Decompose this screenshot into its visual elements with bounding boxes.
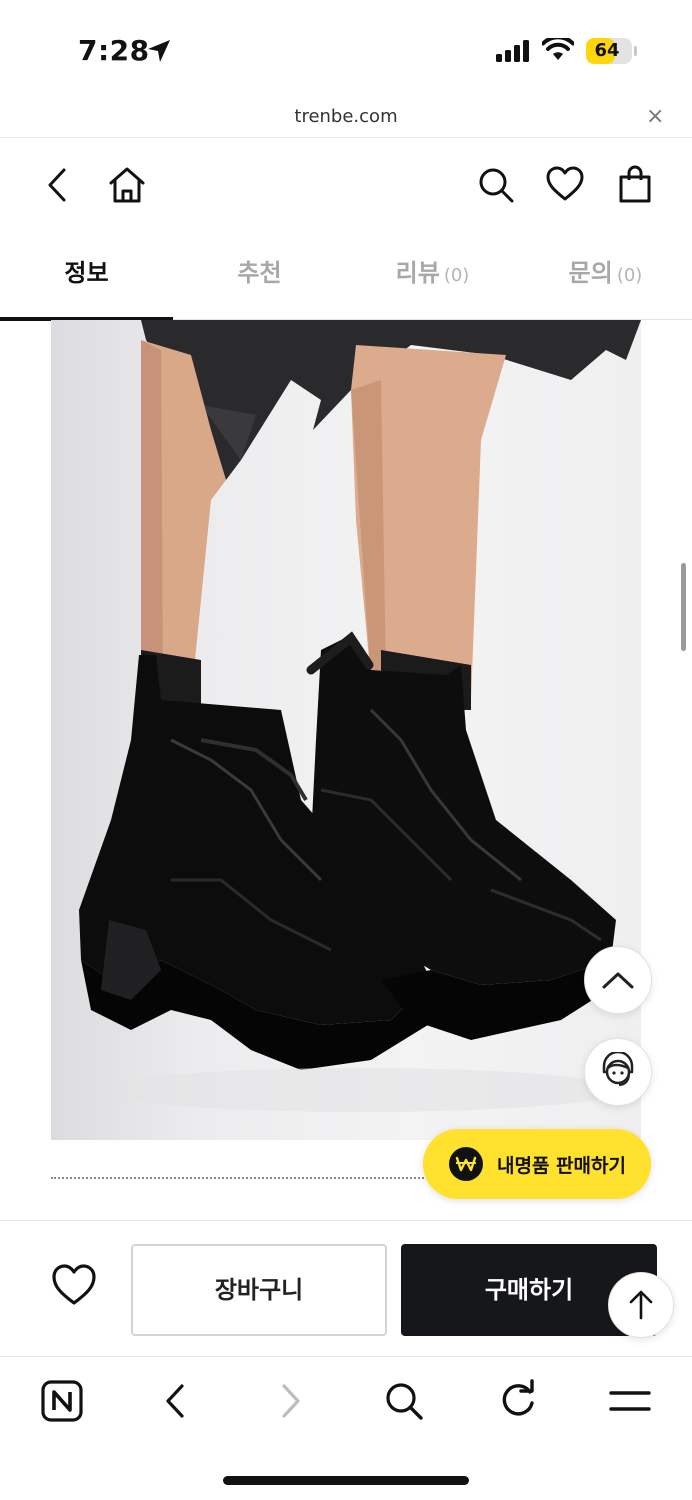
tab-recommend[interactable]: 추천 — [173, 232, 346, 320]
battery-indicator: 64 — [586, 38, 632, 64]
customer-support-button[interactable] — [584, 1038, 652, 1106]
scroll-up-button[interactable] — [584, 946, 652, 1014]
back-icon[interactable] — [42, 164, 72, 206]
home-indicator[interactable] — [223, 1476, 469, 1485]
address-bar[interactable]: trenbe.com × — [0, 100, 692, 138]
scrollbar[interactable] — [681, 563, 686, 651]
wifi-icon — [542, 38, 574, 60]
tab-inquiry[interactable]: 문의 (0) — [519, 232, 692, 320]
arrow-up-icon — [629, 1290, 653, 1320]
status-bar: 7:28 64 — [0, 0, 692, 100]
naver-n-icon[interactable] — [40, 1379, 84, 1423]
shopping-bag-icon[interactable] — [615, 164, 655, 206]
won-icon — [449, 1147, 483, 1181]
sell-luxury-button[interactable]: 내명품 판매하기 — [423, 1129, 651, 1199]
tab-info-label: 정보 — [64, 259, 109, 287]
tab-recommend-label: 추천 — [237, 259, 282, 287]
status-time: 7:28 — [78, 34, 150, 67]
search-icon[interactable] — [382, 1379, 426, 1423]
tab-reviews[interactable]: 리뷰 (0) — [346, 232, 519, 320]
tab-reviews-count: (0) — [443, 265, 470, 286]
back-arrow-icon[interactable] — [158, 1379, 194, 1423]
close-icon[interactable]: × — [646, 106, 664, 128]
purchase-bar: 장바구니 구매하기 — [0, 1220, 692, 1356]
tab-inquiry-count: (0) — [616, 265, 643, 286]
headset-agent-icon — [602, 1052, 634, 1086]
heart-icon[interactable] — [545, 164, 585, 206]
product-photo-boots — [79, 320, 641, 1112]
menu-icon[interactable] — [608, 1379, 652, 1423]
section-divider — [51, 1177, 431, 1179]
add-to-cart-button[interactable]: 장바구니 — [131, 1244, 387, 1336]
tab-inquiry-label: 문의 — [568, 259, 613, 287]
home-icon[interactable] — [106, 164, 148, 206]
tab-reviews-label: 리뷰 — [395, 259, 440, 287]
cellular-signal-icon — [496, 40, 529, 62]
sell-luxury-label: 내명품 판매하기 — [497, 1154, 626, 1177]
url-text[interactable]: trenbe.com — [0, 106, 692, 127]
refresh-icon[interactable] — [496, 1379, 540, 1423]
tab-info[interactable]: 정보 — [0, 232, 173, 321]
battery-cap — [634, 46, 637, 56]
forward-arrow-icon — [282, 1384, 300, 1418]
back-to-top-button[interactable] — [608, 1272, 674, 1338]
heart-icon[interactable] — [50, 1261, 98, 1309]
site-header — [0, 140, 692, 230]
product-tabs: 정보 추천 리뷰 (0) 문의 (0) — [0, 232, 692, 321]
search-icon[interactable] — [476, 164, 516, 206]
product-image — [51, 320, 641, 1140]
chevron-up-icon — [602, 972, 634, 989]
battery-percentage: 64 — [594, 40, 620, 61]
location-arrow-icon — [148, 40, 170, 62]
